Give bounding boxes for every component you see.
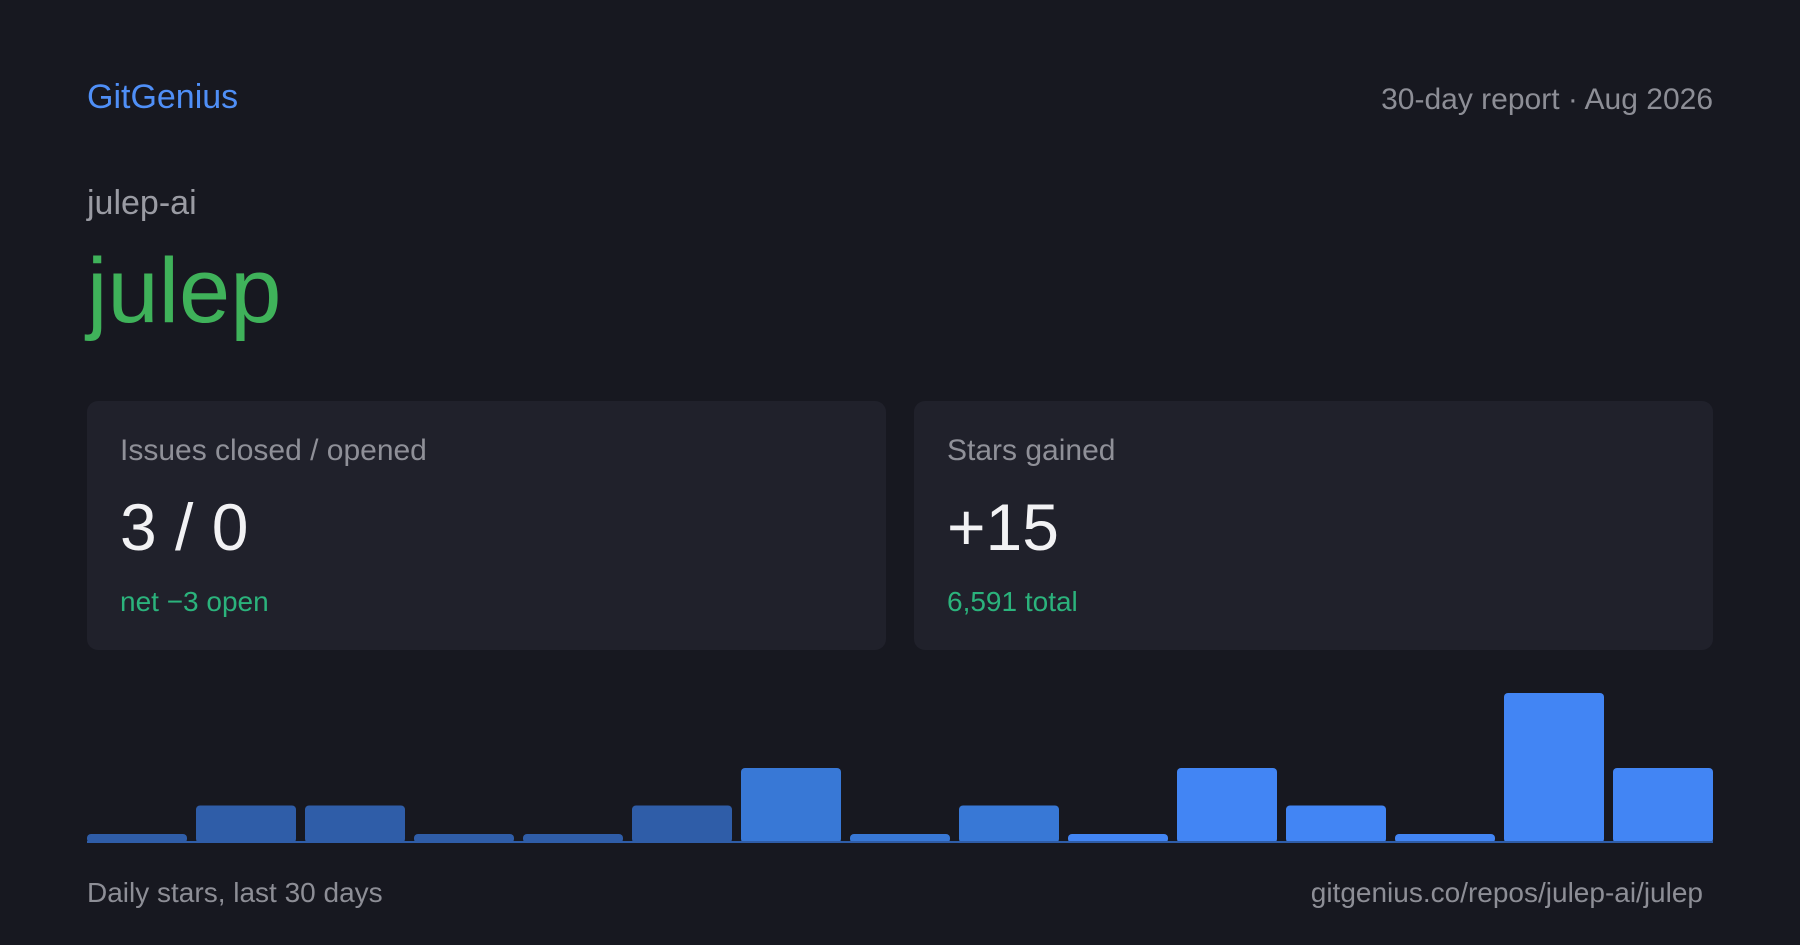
daily-stars-chart	[87, 690, 1713, 843]
daily-stars-bar	[1613, 768, 1713, 843]
issues-card: Issues closed / opened 3 / 0 net −3 open	[87, 401, 886, 650]
repo-name: julep	[87, 240, 282, 342]
stars-card: Stars gained +15 6,591 total	[914, 401, 1713, 650]
daily-stars-bar	[196, 805, 296, 843]
issues-card-net: net −3 open	[120, 586, 269, 617]
issues-card-label: Issues closed / opened	[120, 434, 427, 467]
stars-card-label: Stars gained	[947, 434, 1116, 467]
issues-card-value: 3 / 0	[120, 490, 249, 564]
daily-stars-bar	[632, 805, 732, 843]
daily-stars-bars	[87, 693, 1713, 843]
daily-stars-bar	[1286, 805, 1386, 843]
daily-stars-bar	[1504, 693, 1604, 843]
daily-stars-bar	[305, 805, 405, 843]
repo-url[interactable]: gitgenius.co/repos/julep-ai/julep	[1311, 879, 1703, 907]
stars-card-total: 6,591 total	[947, 586, 1078, 617]
chart-caption: Daily stars, last 30 days	[87, 877, 383, 908]
report-period: 30-day report · Aug 2026	[1381, 83, 1713, 116]
daily-stars-bar	[1177, 768, 1277, 843]
daily-stars-bar	[959, 805, 1059, 843]
chart-baseline	[87, 841, 1713, 843]
brand-logo[interactable]: GitGenius	[87, 80, 238, 114]
daily-stars-bar	[741, 768, 841, 843]
stars-card-value: +15	[947, 490, 1059, 564]
repo-owner: julep-ai	[87, 184, 197, 222]
